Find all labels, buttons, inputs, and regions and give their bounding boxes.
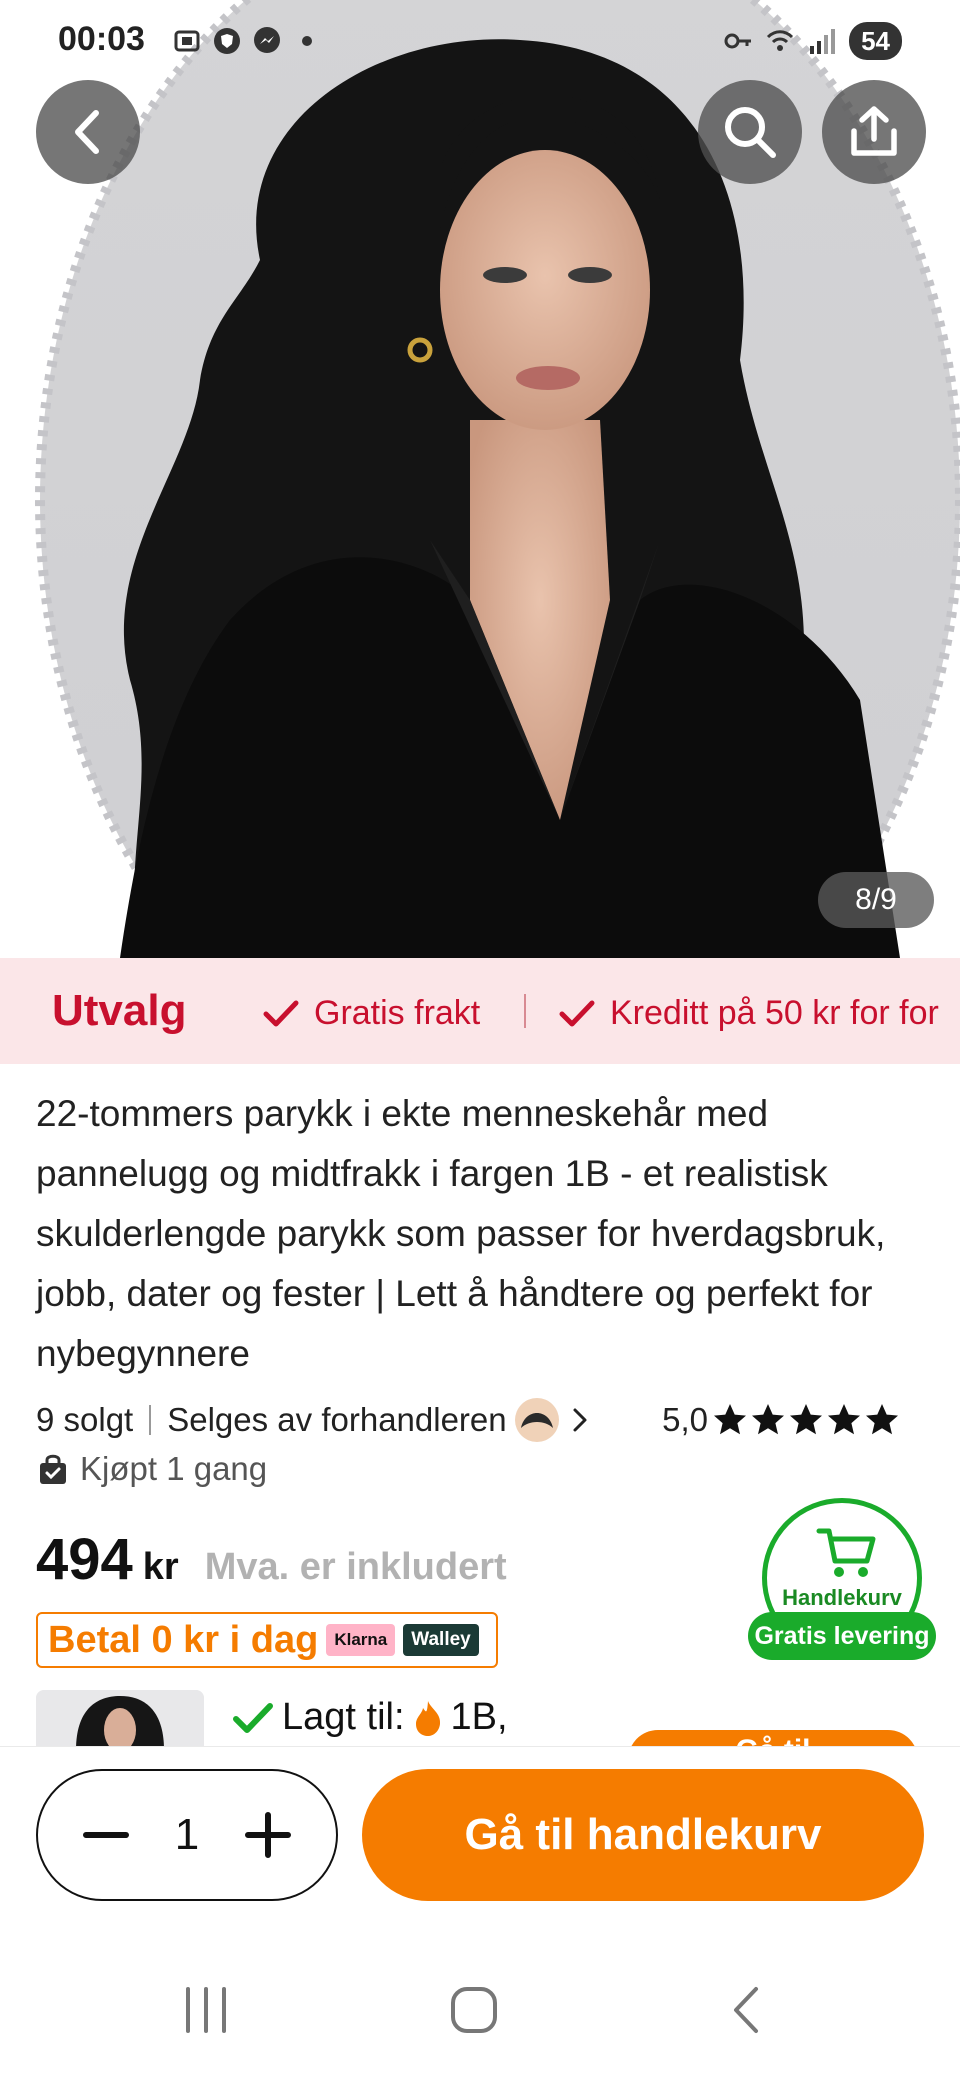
battery-indicator: 54 [849,22,902,60]
share-icon [851,106,897,156]
back-chevron-icon [734,1987,758,2033]
rating-value: 5,0 [662,1401,708,1438]
decrease-quantity-button[interactable] [78,1807,134,1863]
banner-divider [524,994,526,1028]
increase-quantity-button[interactable] [240,1807,296,1863]
wifi-icon [767,30,794,51]
product-title: 22-tommers parykk i ekte menneskehår med… [36,1093,886,1374]
banner-item-label: Kreditt på 50 kr for for [610,994,939,1032]
banner-item-label: Gratis frakt [314,994,481,1032]
banner-title: Utvalg [52,986,187,1035]
bought-info: Kjøpt 1 gang [36,1450,267,1488]
added-variant: 1B, [450,1696,508,1738]
added-to-cart-row: Lagt til: 1B, Gå til [0,1690,960,1746]
star-icon [790,1404,822,1435]
rating-stars [712,1402,900,1438]
walley-logo: Walley [403,1624,479,1656]
recent-apps-icon [186,1987,226,2033]
pay-later-box[interactable]: Betal 0 kr i dag Klarna Walley [36,1612,498,1668]
minus-icon [83,1832,129,1838]
dot-icon [302,36,312,46]
star-icon [714,1404,746,1435]
product-meta-row: 9 solgt Selges av forhandleren 5,0 [36,1396,936,1444]
shield-app-icon [214,28,240,54]
sold-count: 9 solgt [36,1401,134,1438]
free-delivery-badge: Gratis levering [748,1612,936,1660]
share-button[interactable] [822,80,926,184]
rating[interactable]: 5,0 [662,1401,900,1439]
seller-link[interactable]: Selges av forhandleren [167,1398,592,1442]
pay-later-label: Betal 0 kr i dag [48,1618,319,1661]
go-to-cart-inline-button[interactable]: Gå til [628,1730,918,1746]
seller-label: Selges av forhandleren [167,1401,507,1438]
recent-apps-button[interactable] [166,1980,246,2040]
added-variant-info: Lagt til: 1B, [232,1696,508,1739]
system-back-button[interactable] [706,1980,786,2040]
price-row: 494 kr Mva. er inkludert [36,1526,507,1593]
signal-icon [810,29,836,54]
system-navigation-bar [0,1940,960,2080]
meta-divider [149,1405,152,1435]
flame-icon [415,1700,440,1736]
product-photo [0,0,960,958]
added-label: Lagt til: [282,1696,405,1738]
status-left-icons [172,26,322,56]
star-icon [752,1404,784,1435]
status-time: 00:03 [58,20,145,58]
product-image-gallery[interactable]: 00:03 54 8/9 [0,0,960,958]
chevron-left-icon [75,110,99,154]
search-icon [725,107,776,158]
home-icon [451,1987,497,2033]
status-right-icons: 54 [723,22,902,60]
shopping-bag-icon [40,1454,66,1484]
price-currency: kr [142,1546,179,1588]
selection-banner[interactable]: Utvalg Gratis frakt Kreditt på 50 kr for… [0,958,960,1064]
image-page-counter: 8/9 [818,872,934,928]
star-icon [866,1404,898,1435]
quantity-stepper: 1 [36,1769,338,1901]
banner-item-free-shipping: Gratis frakt [262,994,480,1033]
vat-note: Mva. er inkludert [204,1546,507,1588]
checkmark-icon [559,1000,595,1026]
checkmark-icon [263,1000,299,1026]
key-icon [724,33,752,49]
bottom-action-bar: 1 Gå til handlekurv [0,1746,960,1926]
seller-avatar [514,1398,559,1442]
star-icon [828,1404,860,1435]
go-to-cart-button[interactable]: Gå til handlekurv [362,1769,924,1901]
bought-label: Kjøpt 1 gang [80,1450,268,1487]
klarna-logo: Klarna [326,1624,396,1656]
back-button[interactable] [36,80,140,184]
banner-item-credit: Kreditt på 50 kr for for [558,994,939,1033]
messenger-icon [254,27,280,53]
quantity-value: 1 [174,1810,200,1859]
shopping-cart-icon [816,1528,876,1577]
search-button[interactable] [698,80,802,184]
cart-badge-label: Handlekurv [782,1585,902,1610]
plus-icon [244,1812,291,1858]
checkmark-icon [233,1702,273,1733]
screenshot-icon [174,30,200,52]
status-bar: 00:03 54 [0,0,960,84]
price-value: 494 [36,1527,133,1592]
chevron-right-icon [573,1408,587,1432]
home-button[interactable] [434,1980,514,2040]
added-product-thumbnail [36,1690,204,1746]
